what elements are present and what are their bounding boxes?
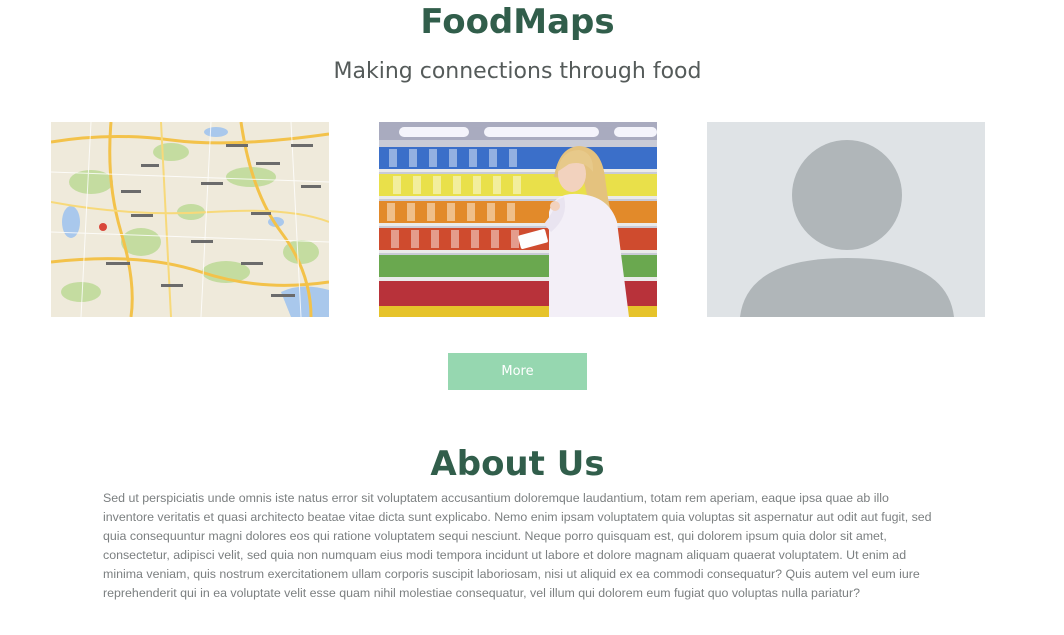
about-heading: About Us	[430, 444, 605, 484]
profile-placeholder-image	[707, 122, 985, 317]
grocery-shopper-image	[379, 122, 657, 317]
more-button[interactable]: More	[448, 353, 587, 390]
map-image	[51, 122, 329, 317]
site-tagline: Making connections through food	[333, 59, 702, 84]
site-title: FoodMaps	[420, 2, 615, 42]
about-text: Sed ut perspiciatis unde omnis iste natu…	[103, 491, 932, 600]
